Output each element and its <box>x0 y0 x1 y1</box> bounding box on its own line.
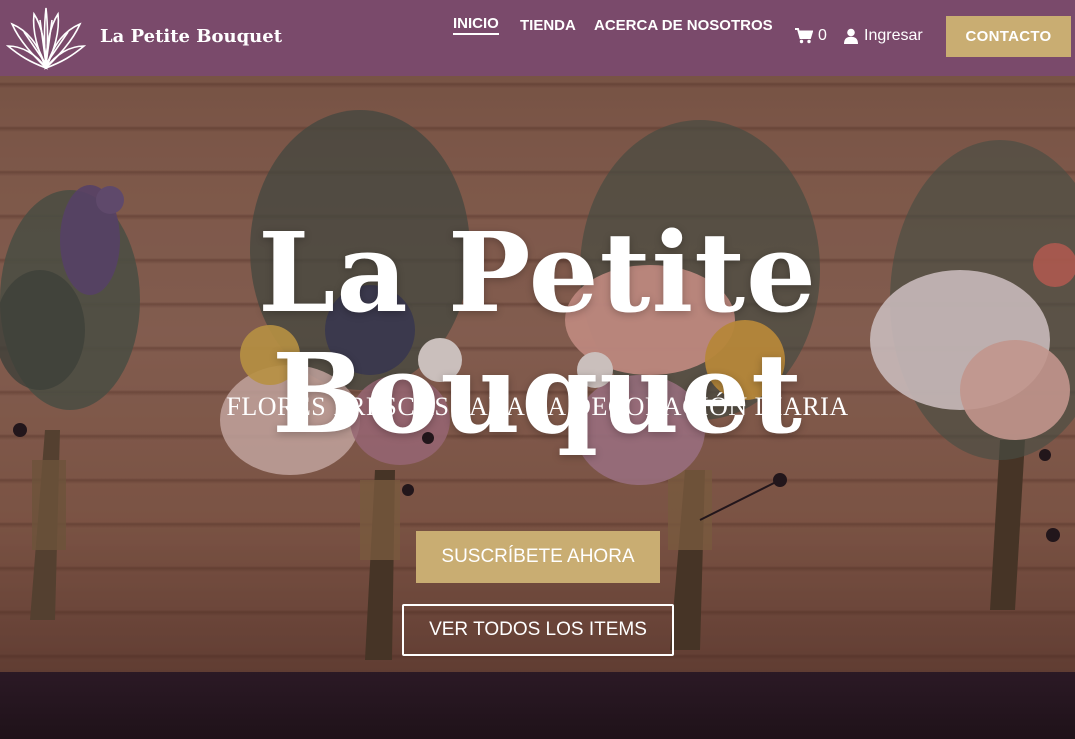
subscribe-button[interactable]: SUSCRÍBETE AHORA <box>416 531 660 583</box>
brand-name[interactable]: La Petite Bouquet <box>100 26 282 47</box>
cart-icon <box>795 28 813 44</box>
top-navbar: La Petite Bouquet INICIO TIENDA ACERCA D… <box>0 0 1075 76</box>
login-button[interactable]: Ingresar <box>843 27 923 45</box>
cart-count: 0 <box>818 27 827 44</box>
hero-subtitle: FLORES FRESCAS PARA LA DECORACIÓN DIARIA <box>226 392 849 421</box>
login-label: Ingresar <box>864 27 923 44</box>
nav-link-tienda[interactable]: TIENDA <box>520 17 576 34</box>
nav-link-inicio[interactable]: INICIO <box>453 15 499 35</box>
contact-button[interactable]: CONTACTO <box>946 16 1071 57</box>
view-all-items-button[interactable]: VER TODOS LOS ITEMS <box>402 604 674 656</box>
cart-button[interactable]: 0 <box>795 27 827 45</box>
protea-flower-logo-icon[interactable] <box>6 6 86 70</box>
user-icon <box>844 28 858 44</box>
board-shadow <box>0 672 1075 739</box>
brand[interactable]: La Petite Bouquet <box>6 6 282 70</box>
nav-link-acerca[interactable]: ACERCA DE NOSOTROS <box>594 17 773 34</box>
